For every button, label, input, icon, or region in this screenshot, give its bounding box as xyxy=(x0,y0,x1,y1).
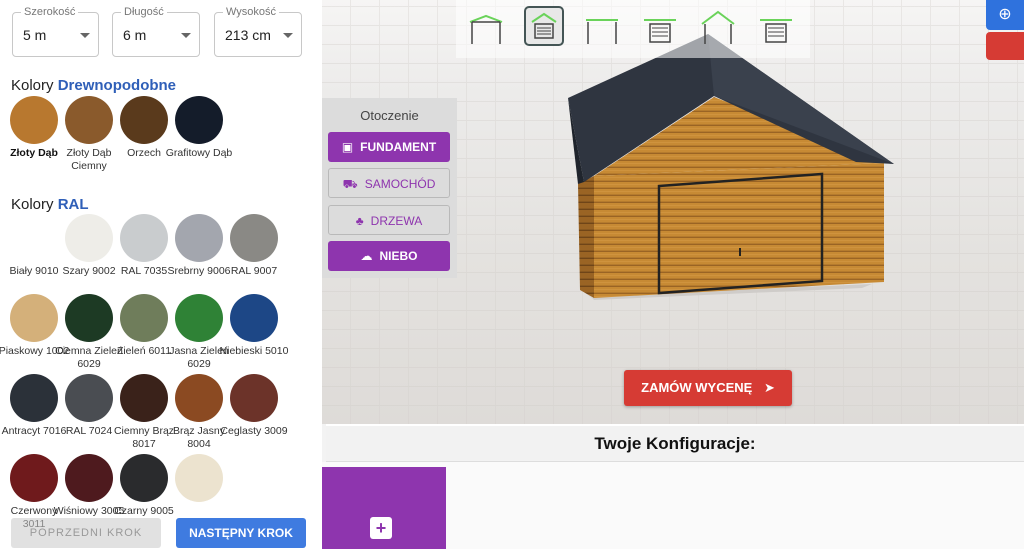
wood-color-swatch[interactable] xyxy=(120,96,168,144)
configurations-title: Twoje Konfiguracje: xyxy=(326,426,1024,462)
previous-step-button[interactable]: POPRZEDNI KROK xyxy=(11,518,161,548)
foundation-icon: ▣ xyxy=(341,140,354,154)
wood-title-prefix: Kolory xyxy=(11,77,54,94)
ral-color-swatch[interactable] xyxy=(175,214,223,262)
ral-color-swatch[interactable] xyxy=(175,374,223,422)
add-configuration-button[interactable]: + xyxy=(322,467,446,549)
garage-flat-icon xyxy=(586,19,618,44)
left-panel: Szerokość 5 m Długość 6 m Wysokość 213 c… xyxy=(0,0,322,549)
zoom-button[interactable]: ⊕ xyxy=(986,0,1024,30)
view-option-2[interactable] xyxy=(524,6,564,46)
view-toolbar xyxy=(456,0,810,58)
height-value: 213 cm xyxy=(225,27,271,43)
ral-color-swatch[interactable] xyxy=(65,454,113,502)
environment-panel: Otoczenie ▣ FUNDAMENT ⛟ SAMOCHÓD ♣ DRZEWA ☁… xyxy=(322,98,457,278)
trees-label: DRZEWA xyxy=(370,214,423,228)
ral-color-swatch[interactable] xyxy=(175,454,223,502)
environment-title: Otoczenie xyxy=(360,108,419,123)
view-option-5[interactable] xyxy=(698,6,738,46)
ral-color-swatch[interactable] xyxy=(230,374,278,422)
view-option-4[interactable] xyxy=(640,6,680,46)
car-label: SAMOCHÓD xyxy=(364,177,436,191)
ral-color-swatch[interactable] xyxy=(65,294,113,342)
length-value: 6 m xyxy=(123,27,147,43)
view-option-6[interactable] xyxy=(756,6,796,46)
chevron-down-icon xyxy=(283,33,293,38)
width-select[interactable]: Szerokość 5 m xyxy=(12,6,99,57)
ral-color-swatch-label: Czarny 9005 xyxy=(114,505,174,517)
garage-open-icon xyxy=(469,14,503,44)
length-label: Długość xyxy=(121,6,167,18)
ral-color-swatch-label: RAL 9007 xyxy=(230,265,278,277)
ral-color-swatch[interactable] xyxy=(175,294,223,342)
zoom-in-icon: ⊕ xyxy=(998,6,1012,23)
chevron-down-icon xyxy=(80,33,90,38)
chevron-down-icon xyxy=(181,33,191,38)
garage-door-icon xyxy=(531,12,557,39)
wood-colors-title: Kolory Drewnopodobne xyxy=(11,77,176,94)
plus-icon: + xyxy=(370,517,392,539)
wood-color-swatch[interactable] xyxy=(10,96,58,144)
foundation-label: FUNDAMENT xyxy=(360,140,437,154)
garage-gable-door-icon xyxy=(760,19,792,43)
cloud-icon: ☁ xyxy=(360,249,373,263)
view-option-1[interactable] xyxy=(466,6,506,46)
ral-colors-title: Kolory RAL xyxy=(11,196,89,213)
height-select[interactable]: Wysokość 213 cm xyxy=(214,6,302,57)
garage-flat-door-icon xyxy=(644,19,676,43)
ral-color-swatch[interactable] xyxy=(65,214,113,262)
ral-title-prefix: Kolory xyxy=(11,196,54,213)
wood-color-swatch-label: Grafitowy Dąb xyxy=(165,147,233,159)
order-quote-button[interactable]: ZAMÓW WYCENĘ ➤ xyxy=(624,370,792,406)
send-icon: ➤ xyxy=(763,380,775,395)
ral-color-swatch[interactable] xyxy=(10,294,58,342)
ral-color-swatch[interactable] xyxy=(230,294,278,342)
ral-color-swatch[interactable] xyxy=(230,214,278,262)
ral-color-swatch[interactable] xyxy=(120,374,168,422)
trees-button[interactable]: ♣ DRZEWA xyxy=(328,205,450,235)
height-label: Wysokość xyxy=(223,6,280,18)
ral-color-swatch[interactable] xyxy=(10,214,58,262)
width-value: 5 m xyxy=(23,27,47,43)
sky-label: NIEBO xyxy=(379,249,418,263)
ral-color-swatch[interactable] xyxy=(10,374,58,422)
view-option-3[interactable] xyxy=(582,6,622,46)
ral-color-swatch-label: Niebieski 5010 xyxy=(219,345,289,357)
garage-gable-icon xyxy=(701,10,735,44)
car-icon: ⛟ xyxy=(342,177,358,191)
ral-color-swatch[interactable] xyxy=(120,214,168,262)
wood-title-accent: Drewnopodobne xyxy=(57,77,177,94)
ral-title-accent: RAL xyxy=(57,196,89,213)
tree-icon: ♣ xyxy=(355,214,364,228)
ral-color-swatch[interactable] xyxy=(65,374,113,422)
3d-scene[interactable]: Otoczenie ▣ FUNDAMENT ⛟ SAMOCHÓD ♣ DRZEWA ☁… xyxy=(322,0,1024,424)
ral-color-swatch-label: Ceglasty 3009 xyxy=(220,425,288,437)
wood-color-swatch[interactable] xyxy=(65,96,113,144)
sky-button[interactable]: ☁ NIEBO xyxy=(328,241,450,271)
red-action-button[interactable] xyxy=(986,32,1024,60)
ral-color-swatch[interactable] xyxy=(10,454,58,502)
wood-color-swatch[interactable] xyxy=(175,96,223,144)
order-quote-label: ZAMÓW WYCENĘ xyxy=(641,380,753,395)
length-select[interactable]: Długość 6 m xyxy=(112,6,200,57)
foundation-button[interactable]: ▣ FUNDAMENT xyxy=(328,132,450,162)
ral-color-swatch[interactable] xyxy=(120,454,168,502)
next-step-button[interactable]: NASTĘPNY KROK xyxy=(176,518,306,548)
ral-color-swatch[interactable] xyxy=(120,294,168,342)
car-button[interactable]: ⛟ SAMOCHÓD xyxy=(328,168,450,198)
width-label: Szerokość xyxy=(21,6,79,18)
